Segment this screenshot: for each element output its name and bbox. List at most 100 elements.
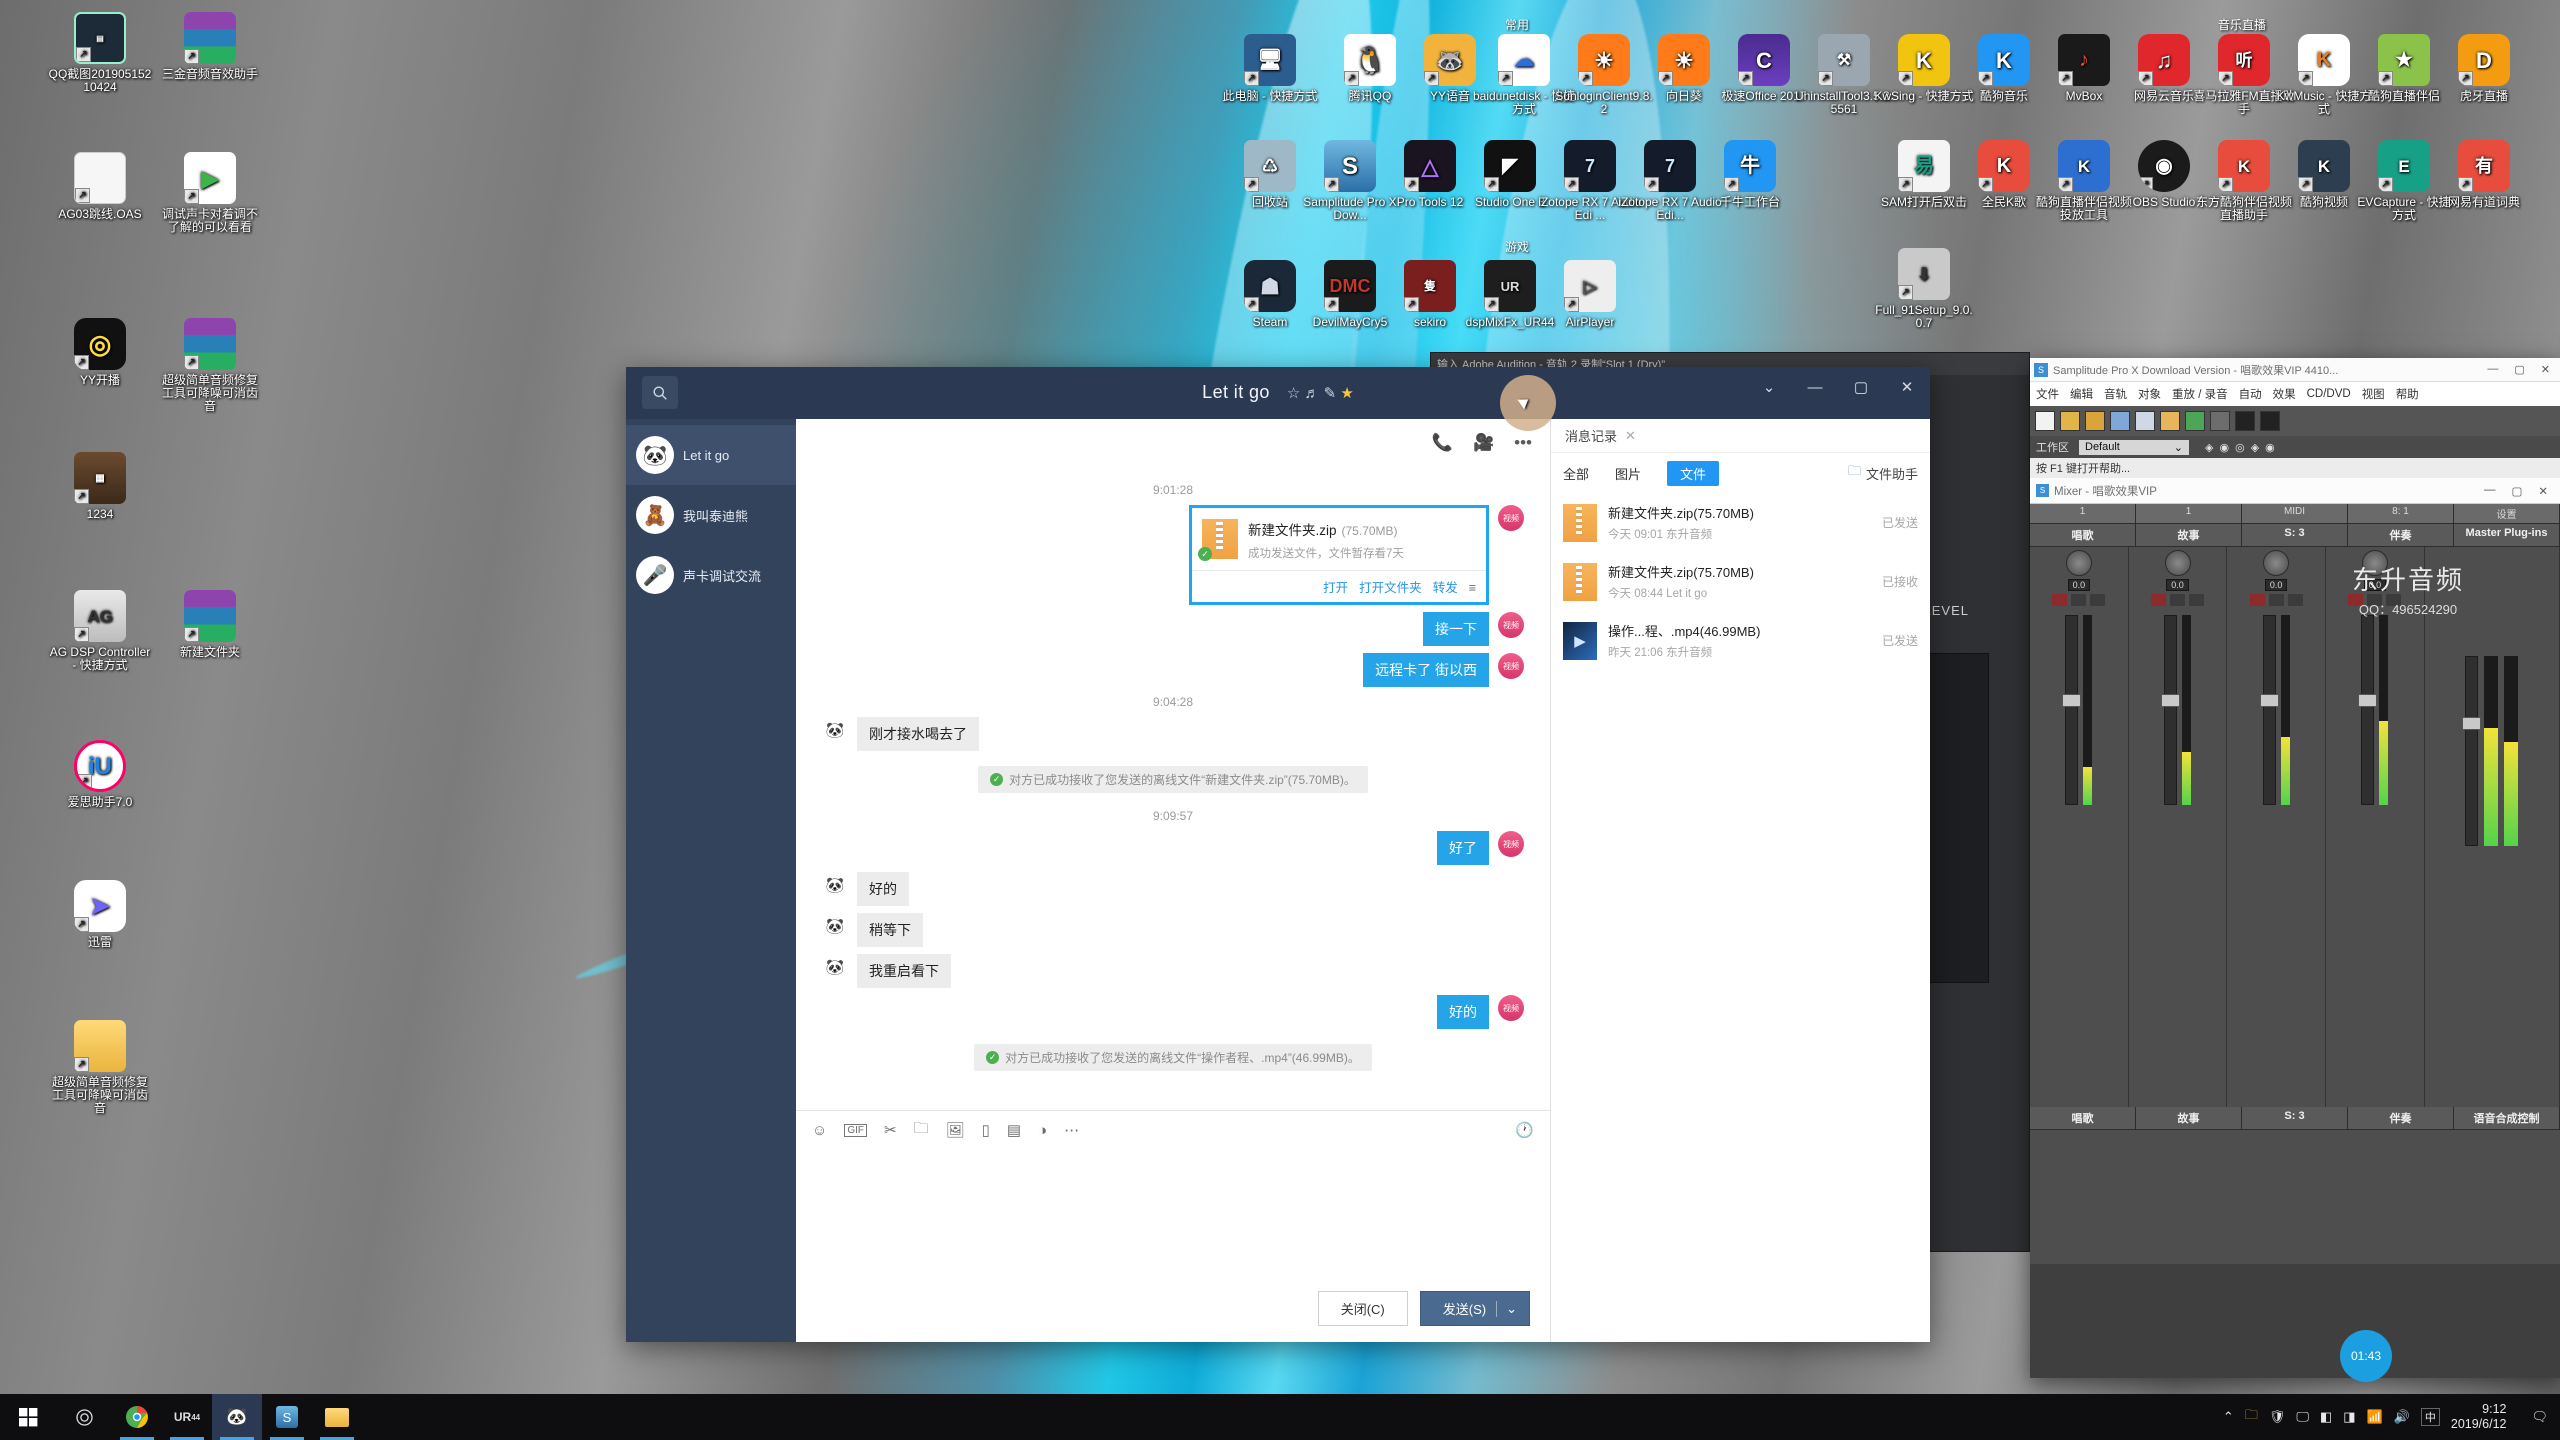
desktop-icon[interactable]: ▤ ↗ QQ截图20190515210424 bbox=[48, 12, 152, 94]
message-list[interactable]: 9:01:28 ✓ 新建文件夹.zip (75.70MB) 成功发送文件，文件暂存看7天… bbox=[796, 475, 1550, 1110]
samplitude-menu-9[interactable]: 帮助 bbox=[2396, 386, 2419, 402]
samplitude-menu-2[interactable]: 音轨 bbox=[2104, 386, 2127, 402]
more-icon[interactable]: ••• bbox=[1514, 433, 1532, 453]
desktop-icon[interactable]: ▷ ↗ AirPlayer bbox=[1538, 260, 1642, 329]
qq-window-buttons[interactable]: ⌄ — ▢ ✕ bbox=[1746, 367, 1930, 407]
samplitude-titlebar[interactable]: S Samplitude Pro X Download Version - 唱歌… bbox=[2030, 358, 2560, 382]
phone-icon[interactable]: 📞 bbox=[1432, 433, 1453, 453]
taskbar[interactable]: UR 44 🐼 S ⌃ 🗀 🛡 🖵 ◧ ◨ 📶 🔊 中 9:12 2019/6/1… bbox=[0, 1394, 2560, 1440]
card-icon[interactable]: ▤ bbox=[1007, 1121, 1021, 1139]
grid-icon[interactable] bbox=[2235, 411, 2255, 431]
system-tray[interactable]: ⌃ 🗀 🛡 🖵 ◧ ◨ 📶 🔊 中 9:12 2019/6/12 🗨 bbox=[2223, 1402, 2560, 1432]
windows-icon[interactable] bbox=[0, 1394, 56, 1440]
shake-icon[interactable]: ◑ bbox=[1038, 1122, 1047, 1139]
close-icon[interactable]: ✕ bbox=[1625, 428, 1636, 444]
samplitude-toolbar[interactable] bbox=[2030, 406, 2560, 436]
chrome-icon[interactable] bbox=[112, 1394, 162, 1440]
volume-icon[interactable]: 🔊 bbox=[2394, 1409, 2410, 1425]
conversation-item-1[interactable]: 🧸 我叫泰迪熊 bbox=[626, 485, 796, 545]
save-icon[interactable] bbox=[2110, 411, 2130, 431]
conversation-item-0[interactable]: 🐼 Let it go bbox=[626, 425, 796, 485]
message-bubble[interactable]: 好了 bbox=[1437, 831, 1489, 865]
mixer-strip-1[interactable]: 0.0 bbox=[2129, 547, 2228, 1107]
file-action-2[interactable]: 转发 bbox=[1433, 581, 1458, 595]
desktop-icon[interactable]: 🖥 ↗ 此电脑 - 快捷方式 bbox=[1218, 34, 1322, 103]
app-icon[interactable]: ◧ bbox=[2320, 1409, 2332, 1425]
desktop-icon[interactable]: 牛 ↗ 千牛工作台 bbox=[1698, 140, 1802, 209]
samplitude-menu-6[interactable]: 效果 bbox=[2273, 386, 2296, 402]
message-bubble[interactable]: 稍等下 bbox=[857, 913, 923, 947]
solo-button[interactable] bbox=[2189, 594, 2204, 606]
desktop-icon[interactable]: ➤ ↗ 迅雷 bbox=[48, 880, 152, 949]
minimize-icon[interactable]: — bbox=[2484, 484, 2496, 498]
chevron-up-icon[interactable]: ⌃ bbox=[2223, 1409, 2234, 1425]
phone-icon[interactable]: ▯ bbox=[982, 1121, 990, 1139]
mixer-strip-3[interactable]: 0.0 bbox=[2326, 547, 2425, 1107]
ime-icon[interactable]: 中 bbox=[2420, 1408, 2440, 1426]
object-tool-icon[interactable] bbox=[2160, 411, 2180, 431]
volume-fader[interactable] bbox=[2161, 615, 2180, 805]
samplitude-menu-0[interactable]: 文件 bbox=[2036, 386, 2059, 402]
record-tab-0[interactable]: 全部 bbox=[1563, 464, 1589, 483]
network-icon[interactable]: 📶 bbox=[2367, 1409, 2383, 1425]
message-bubble[interactable]: 刚才接水喝去了 bbox=[857, 717, 979, 751]
image-icon[interactable]: 🖼 bbox=[946, 1121, 965, 1139]
search-circle-icon[interactable] bbox=[56, 1394, 112, 1440]
timer-badge[interactable]: 01:43 bbox=[2340, 1330, 2392, 1382]
file-card-actions[interactable]: 打开 打开文件夹 转发 ≡ bbox=[1192, 570, 1486, 602]
conversation-item-2[interactable]: 🎤 声卡调试交流 bbox=[626, 545, 796, 605]
mixer-input-row[interactable]: 1 1 MIDI 8: 1 设置 bbox=[2030, 504, 2560, 524]
maximize-icon[interactable]: ▢ bbox=[2514, 363, 2524, 376]
shield-icon[interactable]: 🛡 bbox=[2269, 1409, 2286, 1425]
desktop-icon[interactable]: D ↗ 虎牙直播 bbox=[2432, 34, 2536, 103]
folder-icon[interactable]: 🗀 bbox=[914, 1118, 929, 1143]
video-icon[interactable]: 🎥 bbox=[1473, 433, 1494, 453]
transport-icon[interactable]: ◉ bbox=[2265, 441, 2275, 454]
pan-knob[interactable] bbox=[2164, 550, 2191, 576]
desktop-icon[interactable]: ◎ ↗ YY开播 bbox=[48, 318, 152, 387]
samplitude-icon[interactable]: S bbox=[262, 1394, 312, 1440]
close-icon[interactable]: ✕ bbox=[2538, 484, 2548, 498]
chevron-down-icon[interactable]: ⌄ bbox=[1746, 367, 1792, 407]
message-row[interactable]: 🐼 刚才接水喝去了 bbox=[822, 717, 1524, 751]
send-dropdown-icon[interactable]: ⌄ bbox=[1496, 1300, 1517, 1317]
emoji-icon[interactable]: ☺ bbox=[812, 1122, 827, 1139]
mixer-input-3[interactable]: 8: 1 bbox=[2348, 504, 2454, 523]
file-action-0[interactable]: 打开 bbox=[1323, 581, 1348, 595]
samplitude-menubar[interactable]: 文件 编辑 音轨 对象 重放 / 录音 自动 效果 CD/DVD 视图 帮助 bbox=[2030, 382, 2560, 406]
mixer-strips[interactable]: 0.0 0.0 0.0 0.0 bbox=[2030, 547, 2560, 1107]
desktop-icon[interactable]: ⬇ ↗ Full_91Setup_9.0.0.7 bbox=[1872, 248, 1976, 330]
desktop-icon[interactable]: ▶ ↗ 调试声卡对着调不了解的可以看看 bbox=[158, 152, 262, 234]
message-bubble[interactable]: 接一下 bbox=[1423, 612, 1489, 646]
pan-knob[interactable] bbox=[2065, 550, 2092, 576]
desktop-icon[interactable]: ↗ 新建文件夹 bbox=[158, 590, 262, 659]
volume-fader[interactable] bbox=[2259, 615, 2279, 805]
record-item[interactable]: 新建文件夹.zip(75.70MB) 今天 08:44 Let it go 已接收 bbox=[1551, 552, 1930, 611]
record-tab-2[interactable]: 文件 bbox=[1667, 460, 1720, 486]
close-button[interactable]: 关闭(C) bbox=[1317, 1291, 1408, 1326]
mixer-master-plugins[interactable]: Master Plug-ins bbox=[2454, 524, 2560, 546]
message-bubble[interactable]: 我重启看下 bbox=[857, 954, 951, 988]
input-buttons[interactable]: 关闭(C) 发送(S) ⌄ bbox=[1317, 1291, 1530, 1326]
record-button[interactable] bbox=[2052, 594, 2068, 606]
solo-button[interactable] bbox=[2090, 594, 2106, 606]
pan-knob[interactable] bbox=[2263, 550, 2290, 576]
open-project-icon[interactable] bbox=[2085, 411, 2105, 431]
new-file-icon[interactable] bbox=[2035, 411, 2055, 431]
file-message-row[interactable]: ✓ 新建文件夹.zip (75.70MB) 成功发送文件，文件暂存看7天 打开 打开文件夹… bbox=[822, 505, 1524, 605]
folder-icon[interactable]: 🗀 bbox=[2245, 1406, 2258, 1428]
chevron-down-icon[interactable]: ⌄ bbox=[2174, 441, 2183, 454]
maximize-icon[interactable]: ▢ bbox=[2511, 484, 2522, 498]
record-panel-tabs[interactable]: 全部 图片 文件 🗀 文件助手 bbox=[1551, 453, 1930, 493]
taskbar-clock[interactable]: 9:12 2019/6/12 bbox=[2451, 1402, 2521, 1432]
record-item[interactable]: ▶ 操作...程、.mp4(46.99MB) 昨天 21:06 东升音频 已发送 bbox=[1551, 611, 1930, 670]
send-button[interactable]: 发送(S) ⌄ bbox=[1419, 1291, 1530, 1326]
undo-icon[interactable] bbox=[2210, 411, 2230, 431]
mute-button[interactable] bbox=[2170, 594, 2185, 606]
desktop-icon[interactable]: ↗ 超级简单音频修复工具可降噪可消齿音 bbox=[48, 1020, 152, 1115]
monitor-icon[interactable]: 🖵 bbox=[2296, 1409, 2309, 1425]
desktop-icon[interactable]: ▦ ↗ 1234 bbox=[48, 452, 152, 521]
mixer-input-1[interactable]: 1 bbox=[2136, 504, 2242, 523]
gif-icon[interactable]: GIF bbox=[844, 1123, 867, 1137]
history-icon[interactable]: 🕐 bbox=[1515, 1121, 1534, 1139]
